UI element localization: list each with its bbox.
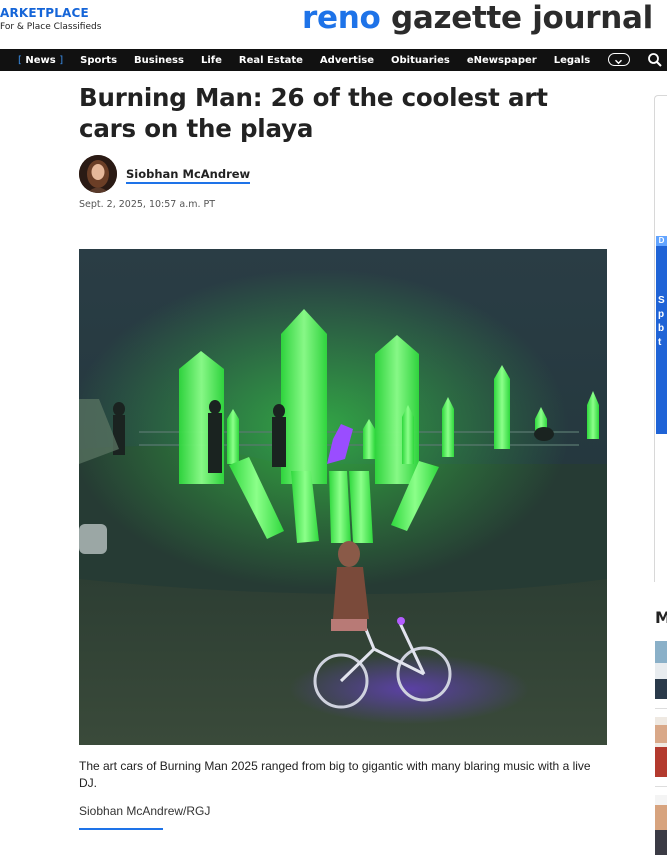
site-logo[interactable]: reno gazette journal <box>302 0 653 38</box>
article-headline: Burning Man: 26 of the coolest art cars … <box>79 83 548 143</box>
search-icon[interactable] <box>647 52 663 68</box>
rail-advertisement[interactable]: D S p b t <box>656 236 667 434</box>
nav-active-bracket-left: [ <box>18 54 22 66</box>
nav-active-bracket-right: ] <box>59 54 64 66</box>
nav-item-obituaries[interactable]: Obituaries <box>391 55 450 66</box>
rail-ad-text-1: S <box>658 295 665 306</box>
site-header: ARKETPLACE For & Place Classifieds reno … <box>0 0 667 48</box>
rail-story-thumb-1[interactable] <box>655 641 667 699</box>
rail-ad-text-2: p <box>658 309 665 320</box>
main-nav: [ News ] Sports Business Life Real Estat… <box>0 49 667 71</box>
rail-divider <box>655 786 667 787</box>
marketplace-title[interactable]: ARKETPLACE <box>0 5 101 21</box>
nav-item-legals[interactable]: Legals <box>554 55 590 66</box>
rail-story-thumb-2[interactable] <box>655 717 667 777</box>
rail-ad-text-4: t <box>658 337 662 348</box>
marketplace-link[interactable]: ARKETPLACE For & Place Classifieds <box>0 5 101 33</box>
rail-ad-text-3: b <box>658 323 665 334</box>
nav-items: [ News ] Sports Business Life Real Estat… <box>18 49 607 71</box>
logo-reno[interactable]: reno <box>302 0 381 36</box>
photo-caption: The art cars of Burning Man 2025 ranged … <box>79 759 591 790</box>
credit-underline <box>79 828 163 830</box>
ad-choices-icon[interactable]: D <box>656 236 667 246</box>
rail-section-heading: M <box>655 608 667 627</box>
article-photo[interactable] <box>79 249 607 745</box>
rail-story-thumb-3[interactable] <box>655 795 667 855</box>
marketplace-subtitle[interactable]: For & Place Classifieds <box>0 21 101 33</box>
nav-item-news-label[interactable]: News <box>25 55 55 66</box>
author-avatar[interactable] <box>79 155 117 193</box>
nav-item-real-estate[interactable]: Real Estate <box>239 55 303 66</box>
nav-item-business[interactable]: Business <box>134 55 184 66</box>
nav-item-advertise[interactable]: Advertise <box>320 55 374 66</box>
rail-divider <box>655 708 667 709</box>
logo-gazette-journal[interactable]: gazette journal <box>380 0 653 36</box>
nav-item-news[interactable]: [ News ] <box>18 55 63 66</box>
nav-item-enewspaper[interactable]: eNewspaper <box>467 55 537 66</box>
nav-item-life[interactable]: Life <box>201 55 222 66</box>
chevron-down-icon[interactable] <box>608 53 630 66</box>
author-link[interactable]: Siobhan McAndrew <box>126 167 251 184</box>
photo-credit: Siobhan McAndrew/RGJ <box>79 804 211 818</box>
nav-item-sports[interactable]: Sports <box>80 55 117 66</box>
publish-date: Sept. 2, 2025, 10:57 a.m. PT <box>79 199 216 210</box>
